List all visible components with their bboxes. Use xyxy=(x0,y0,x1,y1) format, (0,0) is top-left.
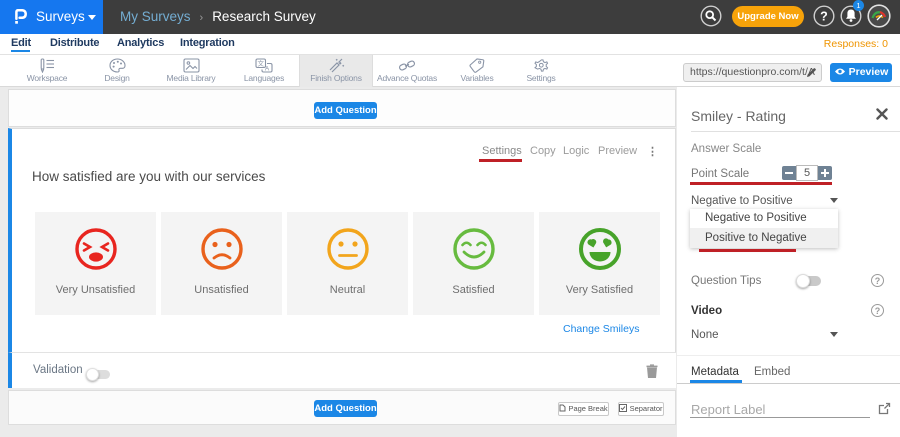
svg-text:?: ? xyxy=(820,9,828,23)
svg-text:A: A xyxy=(265,65,270,72)
svg-text:文: 文 xyxy=(257,59,264,68)
